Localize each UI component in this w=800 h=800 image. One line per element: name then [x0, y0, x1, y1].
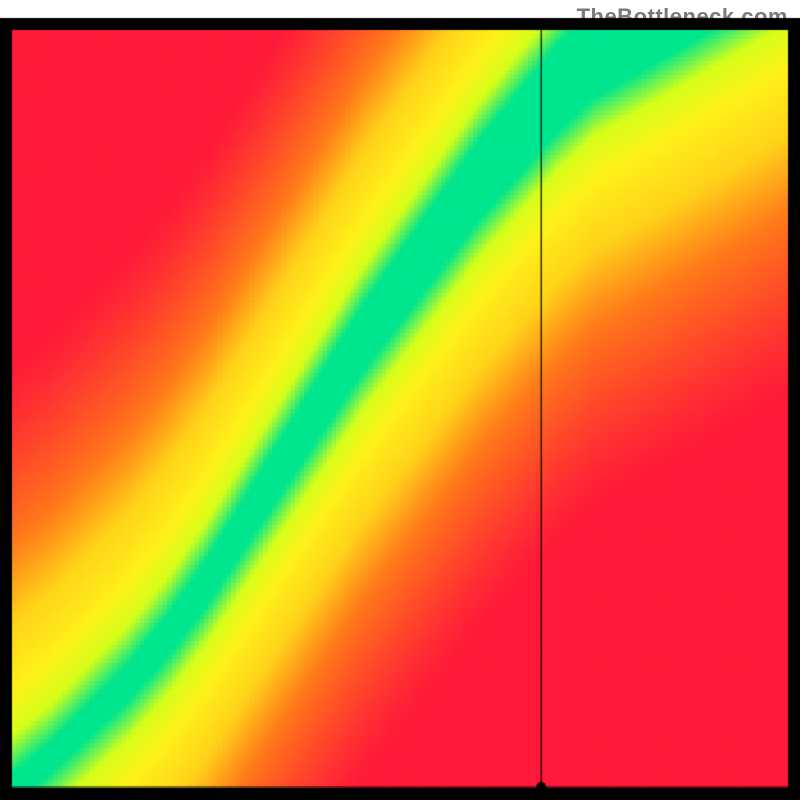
chart-container: TheBottleneck.com [0, 0, 800, 800]
bottleneck-heatmap [0, 0, 800, 800]
